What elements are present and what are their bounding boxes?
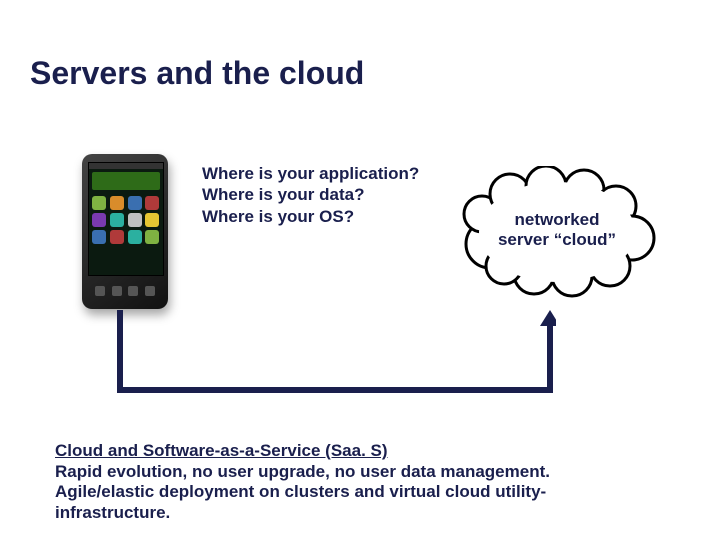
cloud-label-line: networked bbox=[452, 210, 662, 230]
phone-key bbox=[112, 286, 122, 296]
phone-key bbox=[145, 286, 155, 296]
phone-status-bar bbox=[89, 163, 163, 169]
cloud-node: networked server “cloud” bbox=[452, 166, 662, 298]
slide-title: Servers and the cloud bbox=[30, 55, 364, 92]
phone-app-icon bbox=[128, 213, 142, 227]
question-line: Where is your data? bbox=[202, 184, 419, 205]
phone-app-icon bbox=[92, 213, 106, 227]
cloud-label-line: server “cloud” bbox=[452, 230, 662, 250]
phone-app-grid bbox=[89, 193, 163, 247]
phone-app-icon bbox=[110, 196, 124, 210]
phone-app-icon bbox=[145, 196, 159, 210]
slide: Servers and the cloud Where is your appl… bbox=[0, 0, 720, 540]
phone-screen bbox=[88, 162, 164, 276]
phone-key bbox=[95, 286, 105, 296]
phone-app-icon bbox=[110, 230, 124, 244]
phone-app-icon bbox=[110, 213, 124, 227]
question-block: Where is your application? Where is your… bbox=[202, 163, 419, 227]
phone-key bbox=[128, 286, 138, 296]
phone-app-icon bbox=[92, 196, 106, 210]
question-line: Where is your OS? bbox=[202, 206, 419, 227]
phone-app-icon bbox=[128, 230, 142, 244]
summary-line: infrastructure. bbox=[55, 503, 675, 524]
phone-app-icon bbox=[145, 213, 159, 227]
question-line: Where is your application? bbox=[202, 163, 419, 184]
cloud-label: networked server “cloud” bbox=[452, 210, 662, 251]
smartphone-illustration bbox=[82, 154, 168, 314]
phone-widget bbox=[92, 172, 160, 190]
summary-block: Cloud and Software-as-a-Service (Saa. S)… bbox=[55, 441, 675, 524]
summary-heading: Cloud and Software-as-a-Service (Saa. S) bbox=[55, 441, 675, 462]
phone-app-icon bbox=[145, 230, 159, 244]
summary-line: Agile/elastic deployment on clusters and… bbox=[55, 482, 675, 503]
connector-arrow bbox=[114, 310, 556, 404]
phone-soft-keys bbox=[92, 278, 158, 304]
summary-line: Rapid evolution, no user upgrade, no use… bbox=[55, 462, 675, 483]
phone-app-icon bbox=[92, 230, 106, 244]
phone-app-icon bbox=[128, 196, 142, 210]
